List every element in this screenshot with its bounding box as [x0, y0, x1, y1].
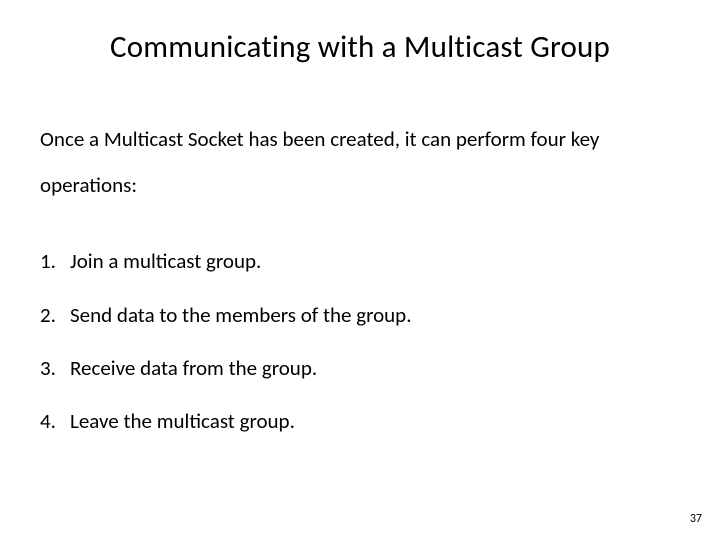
- intro-text: Once a Multicast Socket has been created…: [40, 116, 680, 208]
- slide: Communicating with a Multicast Group Onc…: [0, 0, 720, 540]
- list-item: Leave the multicast group.: [40, 408, 680, 435]
- list-item: Join a multicast group.: [40, 248, 680, 275]
- list-item: Send data to the members of the group.: [40, 302, 680, 329]
- slide-title: Communicating with a Multicast Group: [40, 28, 680, 66]
- page-number: 37: [690, 512, 702, 526]
- operations-list: Join a multicast group. Send data to the…: [40, 248, 680, 435]
- list-item: Receive data from the group.: [40, 355, 680, 382]
